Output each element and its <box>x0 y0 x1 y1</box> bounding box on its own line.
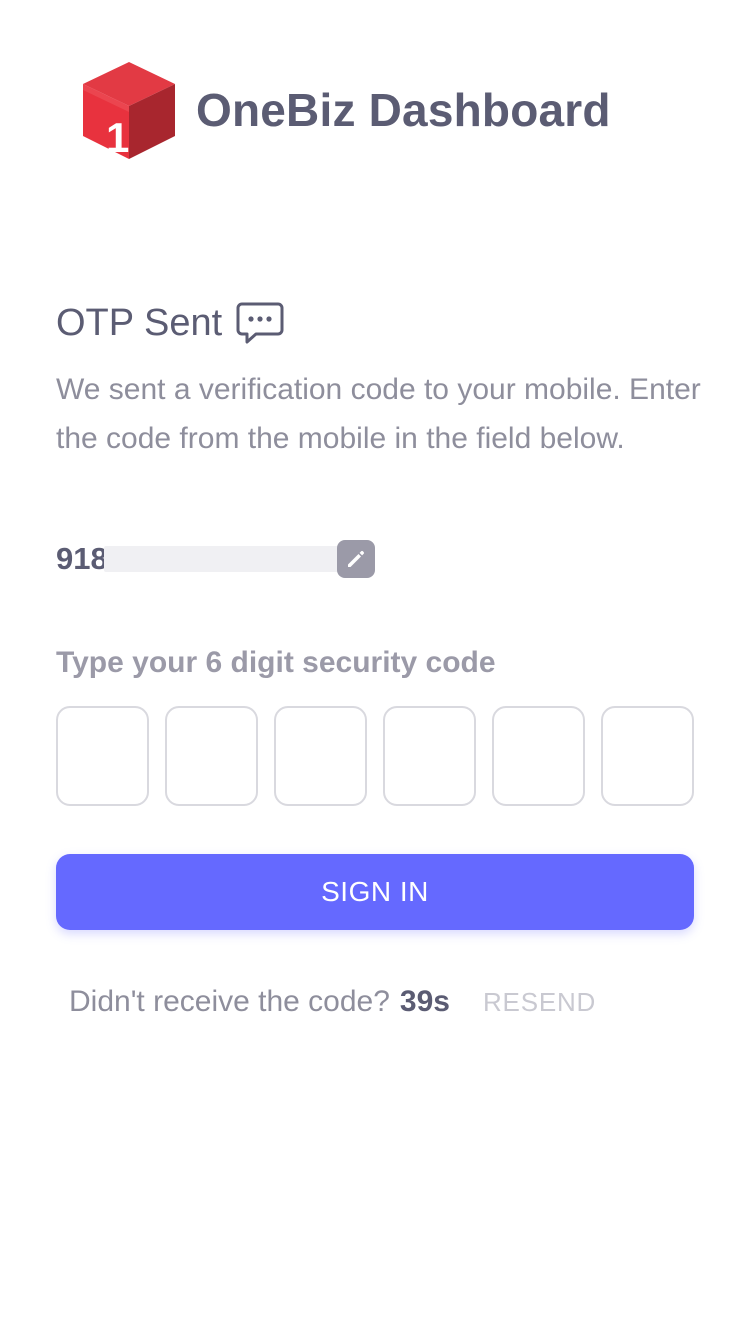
otp-digit-4[interactable] <box>383 706 476 806</box>
otp-heading: OTP Sent <box>56 298 284 348</box>
security-code-label: Type your 6 digit security code <box>56 646 496 679</box>
resend-countdown: 39s <box>399 985 450 1018</box>
brand-header: 1 OneBiz Dashboard <box>80 60 611 160</box>
phone-number-redaction <box>104 546 362 572</box>
chat-bubble-icon <box>236 302 284 344</box>
otp-digit-3[interactable] <box>274 706 367 806</box>
logo-digit: 1 <box>106 114 129 160</box>
resend-row: Didn't receive the code? 39s RESEND <box>69 980 596 1024</box>
otp-description: We sent a verification code to your mobi… <box>56 373 701 455</box>
resend-button[interactable]: RESEND <box>483 987 596 1018</box>
sign-in-button[interactable]: SIGN IN <box>56 854 694 930</box>
phone-row: 918 <box>56 538 375 580</box>
resend-prompt: Didn't receive the code? <box>69 985 390 1018</box>
edit-pencil-icon <box>348 550 365 567</box>
otp-digit-2[interactable] <box>165 706 258 806</box>
red-cube-logo-icon: 1 <box>83 62 175 160</box>
otp-digit-1[interactable] <box>56 706 149 806</box>
brand-name: OneBiz Dashboard <box>196 84 611 136</box>
page-title: OTP Sent <box>56 301 223 344</box>
phone-number: 918 <box>56 541 108 576</box>
otp-input-group <box>56 706 694 806</box>
otp-digit-5[interactable] <box>492 706 585 806</box>
otp-digit-6[interactable] <box>601 706 694 806</box>
edit-phone-button[interactable] <box>337 540 375 578</box>
